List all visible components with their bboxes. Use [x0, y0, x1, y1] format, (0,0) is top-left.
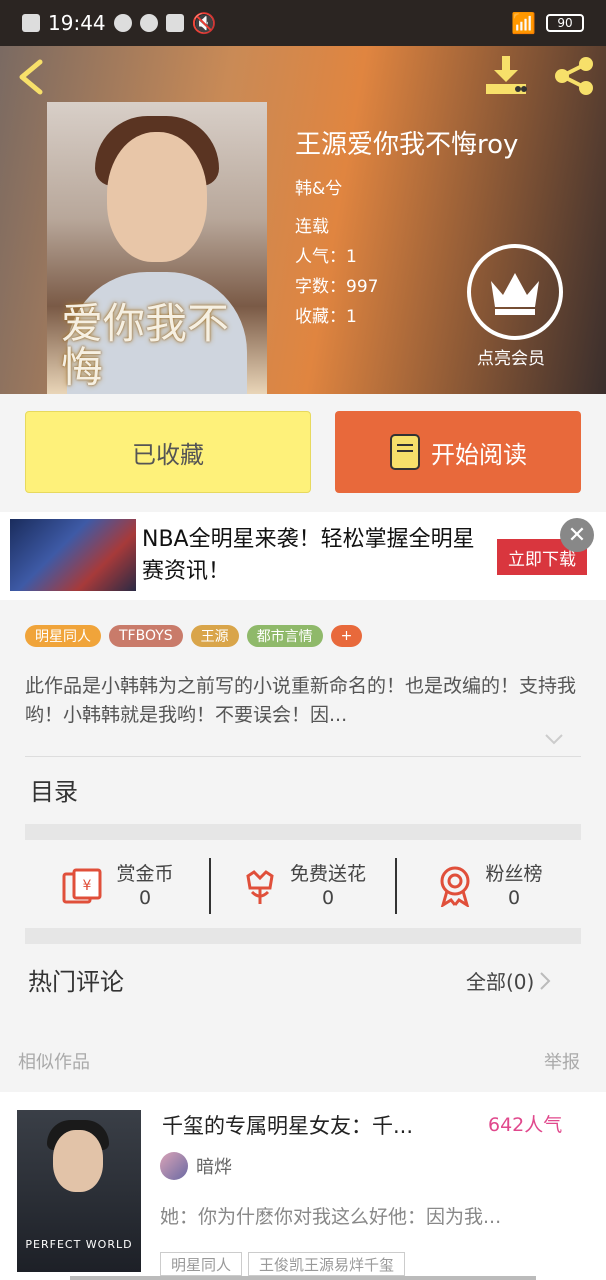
avatar — [160, 1152, 188, 1180]
toc-link[interactable]: 目录 — [30, 772, 78, 807]
book-word-count: 字数：997 — [295, 277, 379, 297]
ad-close-icon[interactable]: ✕ — [560, 518, 594, 552]
book-title: 王源爱你我不悔roy — [295, 130, 519, 160]
ad-image — [10, 519, 136, 591]
section-separator — [25, 824, 581, 840]
start-reading-label: 开始阅读 — [431, 440, 527, 469]
tag-pill[interactable]: 都市言情 — [246, 625, 323, 647]
all-comments-label: 全部(0) — [466, 970, 535, 994]
all-comments-link[interactable]: 全部(0) — [466, 966, 552, 995]
mute-icon: 🔇 — [191, 11, 217, 35]
report-link[interactable]: 举报 — [544, 1048, 580, 1074]
recommended-author-name: 暗烨 — [196, 1157, 232, 1178]
notification-icon — [22, 14, 40, 32]
cover-text: PERFECT WORLD — [25, 1238, 133, 1251]
recommended-popularity: 642人气 — [488, 1114, 563, 1136]
start-reading-button[interactable]: 开始阅读 — [335, 411, 581, 493]
stat-label: 免费送花 — [289, 863, 366, 885]
book-favorites: 收藏：1 — [295, 307, 357, 327]
ad-banner[interactable]: NBA全明星来袭！轻松掌握全明星赛资讯！ 立即下载 — [0, 512, 606, 600]
svg-text:¥: ¥ — [83, 878, 92, 894]
vip-label[interactable]: 点亮会员 — [477, 344, 545, 369]
download-icon[interactable] — [484, 56, 528, 96]
recommended-cover: PERFECT WORLD — [17, 1110, 141, 1272]
flower-icon — [246, 870, 274, 904]
book-cover: 爱你我不悔 — [47, 102, 267, 394]
recommended-description: 她：你为什麽你对我这么好他：因为我... — [160, 1206, 502, 1228]
wechat-icon — [113, 14, 132, 32]
recommended-tags: 明星同人 王俊凯王源易烊千玺 — [160, 1252, 406, 1276]
recommended-tag[interactable]: 王俊凯王源易烊千玺 — [248, 1252, 406, 1276]
status-bar: 19:44 🔇 📶 90 — [0, 0, 606, 46]
ad-text: NBA全明星来袭！轻松掌握全明星赛资讯！ — [142, 527, 475, 584]
tag-list: 明星同人 TFBOYS 王源 都市言情 + — [25, 625, 363, 647]
coin-envelope-icon: ¥ — [62, 868, 102, 904]
stats-row: ¥ 赏金币 0 免费送花 0 粉丝榜 0 — [25, 842, 581, 930]
section-separator — [25, 928, 581, 944]
stat-label: 粉丝榜 — [485, 863, 543, 885]
app-icon — [139, 14, 158, 32]
recommended-author: 暗烨 — [160, 1152, 232, 1180]
crown-icon — [491, 273, 539, 315]
book-icon — [390, 434, 420, 470]
book-header: 爱你我不悔 王源爱你我不悔roy 韩&兮 连载 人气：1 字数：997 收藏：1… — [0, 46, 606, 394]
wifi-icon: 📶 — [511, 11, 536, 35]
share-icon[interactable] — [552, 56, 596, 96]
stat-value: 0 — [321, 887, 335, 909]
stat-value: 0 — [507, 887, 521, 909]
tag-pill[interactable]: TFBOYS — [109, 625, 183, 647]
stat-value: 0 — [138, 887, 152, 909]
scroll-indicator — [70, 1276, 536, 1280]
status-right: 📶 90 — [511, 11, 584, 35]
recommended-title: 千玺的专属明星女友：千... — [162, 1114, 414, 1138]
status-time: 19:44 — [48, 11, 106, 35]
book-description[interactable]: 此作品是小韩韩为之前写的小说重新命名的！也是改编的！支持我哟！小韩韩就是我哟！不… — [25, 672, 581, 730]
reward-coins[interactable]: ¥ 赏金币 0 — [25, 858, 211, 914]
ribbon-icon — [440, 866, 470, 907]
free-flower[interactable]: 免费送花 0 — [211, 858, 397, 914]
book-meta: 连载 人气：1 字数：997 收藏：1 — [295, 212, 378, 332]
favorite-button[interactable]: 已收藏 — [25, 411, 311, 493]
chevron-down-icon[interactable] — [544, 732, 564, 746]
similar-works-title: 相似作品 — [18, 1052, 90, 1073]
divider — [25, 756, 581, 757]
action-row: 已收藏 开始阅读 — [0, 394, 606, 510]
battery-indicator: 90 — [546, 14, 584, 32]
status-left: 19:44 🔇 — [22, 11, 217, 35]
fan-ranking[interactable]: 粉丝榜 0 — [397, 858, 581, 914]
book-author[interactable]: 韩&兮 — [295, 174, 342, 199]
recommended-tag[interactable]: 明星同人 — [160, 1252, 243, 1276]
cloud-icon — [165, 14, 184, 32]
book-popularity: 人气：1 — [295, 247, 357, 267]
recommended-book[interactable]: PERFECT WORLD 千玺的专属明星女友：千... 642人气 暗烨 她：… — [0, 1092, 606, 1280]
hot-comments-title: 热门评论 — [28, 968, 124, 996]
chevron-right-icon — [540, 971, 551, 990]
stat-label: 赏金币 — [116, 863, 174, 885]
vip-button[interactable] — [467, 244, 563, 340]
tag-pill[interactable]: 王源 — [190, 625, 239, 647]
book-status: 连载 — [295, 217, 329, 237]
cover-title: 爱你我不悔 — [61, 299, 230, 393]
add-tag-button[interactable]: + — [330, 625, 363, 647]
tag-pill[interactable]: 明星同人 — [25, 625, 101, 647]
back-icon[interactable] — [14, 58, 52, 96]
